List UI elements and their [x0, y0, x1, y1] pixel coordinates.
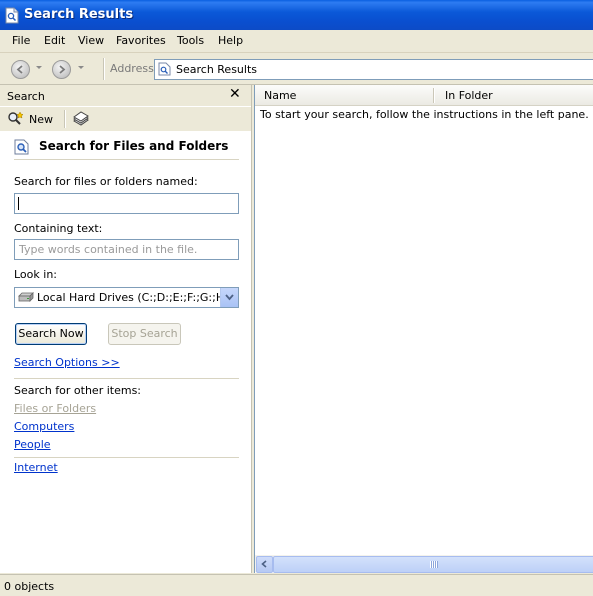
menu-bar: File Edit View Favorites Tools Help	[0, 30, 593, 53]
address-label: Address	[110, 62, 154, 75]
close-icon[interactable]: ✕	[229, 86, 241, 102]
new-search-button[interactable]: New	[7, 110, 57, 128]
computers-link[interactable]: Computers	[14, 420, 74, 433]
menu-view[interactable]: View	[78, 34, 104, 47]
name-field-label: Search for files or folders named:	[14, 175, 198, 188]
search-form: Search for Files and Folders Search for …	[0, 131, 251, 573]
containing-text-placeholder: Type words contained in the file.	[19, 243, 198, 256]
dropdown-arrow[interactable]	[220, 288, 238, 307]
chevron-left-icon	[261, 560, 267, 568]
forward-dropdown-icon[interactable]	[78, 66, 84, 69]
filename-input[interactable]	[14, 193, 239, 214]
divider	[14, 457, 239, 458]
status-text: 0 objects	[4, 580, 55, 593]
window-title: Search Results	[24, 7, 134, 22]
search-options-link[interactable]: Search Options >>	[14, 356, 120, 369]
back-arrow-icon	[16, 65, 23, 74]
empty-results-message: To start your search, follow the instruc…	[260, 108, 589, 121]
search-toolbar: New	[0, 106, 251, 132]
menu-favorites[interactable]: Favorites	[116, 34, 166, 47]
forward-button[interactable]	[52, 60, 71, 79]
new-search-label: New	[29, 113, 53, 126]
search-pane: Search ✕ New Search for Files and Folder…	[0, 85, 252, 573]
other-items-label: Search for other items:	[14, 384, 141, 397]
status-bar: 0 objects	[0, 574, 593, 596]
horizontal-scrollbar[interactable]	[255, 555, 593, 573]
scroll-left-button[interactable]	[256, 556, 273, 573]
menu-tools[interactable]: Tools	[177, 34, 204, 47]
search-pane-heading: Search for Files and Folders	[39, 139, 229, 153]
hard-drive-icon	[18, 292, 34, 302]
column-divider[interactable]	[433, 88, 435, 103]
toolbar-separator	[103, 58, 105, 80]
search-files-icon	[14, 139, 29, 155]
address-value: Search Results	[176, 63, 258, 76]
column-name[interactable]: Name	[264, 89, 296, 102]
search-now-button[interactable]: Search Now	[15, 323, 87, 345]
back-dropdown-icon[interactable]	[36, 66, 42, 69]
search-companion-icon[interactable]	[72, 110, 90, 128]
search-results-icon	[158, 62, 171, 76]
divider	[14, 159, 239, 160]
title-bar[interactable]: Search Results	[0, 0, 593, 30]
look-in-value: Local Hard Drives (C:;D:;E:;F:;G:;H:)	[37, 291, 233, 304]
column-in-folder[interactable]: In Folder	[445, 89, 493, 102]
containing-text-input[interactable]: Type words contained in the file.	[14, 239, 239, 260]
menu-file[interactable]: File	[12, 34, 30, 47]
chevron-down-icon	[225, 294, 234, 301]
stop-search-button[interactable]: Stop Search	[108, 323, 181, 345]
internet-link[interactable]: Internet	[14, 461, 58, 474]
files-or-folders-link[interactable]: Files or Folders	[14, 402, 96, 415]
forward-arrow-icon	[59, 65, 66, 74]
address-field[interactable]: Search Results	[154, 59, 593, 80]
menu-edit[interactable]: Edit	[44, 34, 65, 47]
new-search-icon	[8, 111, 24, 125]
search-pane-header: Search ✕	[0, 85, 251, 106]
people-link[interactable]: People	[14, 438, 51, 451]
search-results-icon	[5, 7, 19, 24]
containing-text-label: Containing text:	[14, 222, 103, 235]
scroll-grip	[430, 561, 438, 568]
look-in-label: Look in:	[14, 268, 57, 281]
results-pane: Name In Folder To start your search, fol…	[254, 85, 593, 573]
address-toolbar: Address Search Results	[0, 53, 593, 85]
scroll-thumb[interactable]	[273, 556, 593, 573]
toolbar-separator	[64, 110, 66, 128]
menu-help[interactable]: Help	[218, 34, 243, 47]
look-in-select[interactable]: Local Hard Drives (C:;D:;E:;F:;G:;H:)	[14, 287, 239, 308]
column-header: Name In Folder	[255, 85, 593, 106]
search-pane-title: Search	[7, 90, 45, 103]
divider	[14, 378, 239, 379]
text-caret	[18, 197, 19, 210]
back-button[interactable]	[11, 60, 30, 79]
